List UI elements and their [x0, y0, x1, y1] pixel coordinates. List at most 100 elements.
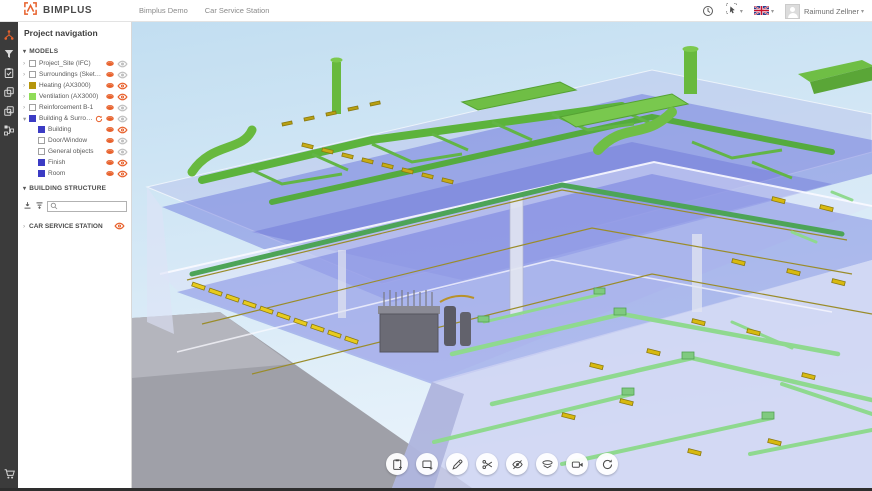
visibility-eye-icon[interactable] [117, 148, 128, 156]
viewport-button-section-plane[interactable] [536, 453, 558, 475]
building-structure-toolbar [18, 195, 131, 218]
model-checkbox[interactable] [38, 148, 45, 155]
model-color-chip[interactable] [38, 126, 45, 133]
collapse-all-icon[interactable] [23, 197, 32, 215]
touch-toggle-icon[interactable] [105, 170, 115, 177]
tree-row-model[interactable]: ›Ventilation (AX3000) [18, 91, 131, 102]
menu-item-bimplus-demo[interactable]: Bimplus Demo [139, 6, 188, 15]
models-tree: ›Project_Site (IFC)›Surroundings (Sketch… [18, 58, 131, 179]
chevron-down-icon: ▾ [740, 8, 743, 15]
section-scissors-icon [481, 458, 494, 471]
car-service-station-label: CAR SERVICE STATION [29, 223, 112, 230]
tree-row-model[interactable]: General objects [18, 146, 131, 157]
tree-row-model[interactable]: Building [18, 124, 131, 135]
visibility-eye-icon[interactable] [117, 170, 128, 178]
panel-title: Project navigation [18, 22, 131, 45]
viewport-button-add-task[interactable] [386, 453, 408, 475]
tree-row-model[interactable]: Room [18, 168, 131, 179]
rail-item-tasks-clipboard[interactable] [0, 65, 18, 84]
tree-row-model[interactable]: ›Project_Site (IFC) [18, 58, 131, 69]
viewport-button-section-scissors[interactable] [476, 453, 498, 475]
language-selector[interactable]: ▾ [754, 2, 774, 20]
touch-toggle-icon[interactable] [105, 148, 115, 155]
model-color-chip[interactable] [29, 115, 36, 122]
pointer-mode-dropdown[interactable]: ▾ [725, 2, 743, 20]
visibility-eye-icon[interactable] [117, 82, 128, 90]
rail-item-project-navigation[interactable] [0, 27, 18, 46]
top-menu: Bimplus Demo Car Service Station [139, 6, 269, 15]
car-service-station-row[interactable]: › CAR SERVICE STATION [18, 218, 131, 234]
visibility-eye-icon[interactable] [117, 71, 128, 79]
models-section-label: MODELS [29, 48, 58, 55]
copy-layers-icon [3, 85, 15, 103]
rail-item-model-structure[interactable] [0, 122, 18, 141]
visibility-eye-icon[interactable] [117, 104, 128, 112]
structure-search-input[interactable] [59, 203, 124, 210]
models-section-header[interactable]: ▾ MODELS [18, 45, 131, 58]
model-color-chip[interactable] [29, 93, 36, 100]
touch-toggle-icon[interactable] [105, 71, 115, 78]
tree-row-model[interactable]: ›Reinforcement B-1 [18, 102, 131, 113]
top-bar: BIMPLUS Bimplus Demo Car Service Station… [0, 0, 872, 22]
touch-toggle-icon[interactable] [105, 137, 115, 144]
model-label: Project_Site (IFC) [39, 60, 103, 67]
model-checkbox[interactable] [29, 71, 36, 78]
avatar [785, 4, 800, 19]
visibility-eye-icon[interactable] [117, 137, 128, 145]
viewport-button-camera[interactable] [566, 453, 588, 475]
topbar-right: ▾ ▾ Raimund Zellner ▾ [702, 0, 864, 22]
model-checkbox[interactable] [29, 104, 36, 111]
visibility-eye-icon[interactable] [117, 115, 128, 123]
menu-item-car-service-station[interactable]: Car Service Station [205, 6, 270, 15]
touch-toggle-icon[interactable] [105, 126, 115, 133]
model-checkbox[interactable] [38, 137, 45, 144]
viewport-button-hidden-objects[interactable] [506, 453, 528, 475]
model-color-chip[interactable] [38, 170, 45, 177]
model-label: General objects [48, 148, 103, 155]
hidden-objects-icon [511, 458, 524, 471]
rail-item-copy-layers[interactable] [0, 84, 18, 103]
filter-levels-icon[interactable] [35, 197, 44, 215]
visibility-eye-icon[interactable] [117, 60, 128, 68]
sync-icon[interactable] [95, 115, 103, 123]
cart-icon [3, 467, 16, 485]
model-checkbox[interactable] [29, 60, 36, 67]
model-label: Surroundings (Sketchup) [39, 71, 103, 78]
viewport-button-measure-pencil[interactable] [446, 453, 468, 475]
touch-toggle-icon[interactable] [105, 104, 115, 111]
clock-icon[interactable] [702, 5, 714, 17]
building-structure-section-header[interactable]: ▾ BUILDING STRUCTURE [18, 182, 131, 195]
touch-toggle-icon[interactable] [105, 60, 115, 67]
tree-row-model[interactable]: Door/Window [18, 135, 131, 146]
touch-toggle-icon[interactable] [105, 159, 115, 166]
search-icon [50, 202, 58, 210]
model-color-chip[interactable] [38, 159, 45, 166]
touch-toggle-icon[interactable] [105, 82, 115, 89]
camera-icon [571, 458, 584, 471]
pointer-mode-icon [725, 2, 738, 20]
touch-toggle-icon[interactable] [105, 93, 115, 100]
viewport-button-add-view[interactable] [416, 453, 438, 475]
model-label: Finish [48, 159, 103, 166]
measure-pencil-icon [451, 458, 464, 471]
user-menu[interactable]: Raimund Zellner ▾ [785, 4, 864, 19]
structure-search-box [47, 201, 127, 212]
rail-item-duplicate-layers[interactable] [0, 103, 18, 122]
tree-row-model[interactable]: ▾Building & Surround... [18, 113, 131, 124]
viewport-button-reset-view[interactable] [596, 453, 618, 475]
model-color-chip[interactable] [29, 82, 36, 89]
tree-row-model[interactable]: ›Surroundings (Sketchup) [18, 69, 131, 80]
chevron-down-icon: ▾ [771, 8, 774, 15]
tree-row-model[interactable]: Finish [18, 157, 131, 168]
visibility-eye-icon[interactable] [117, 159, 128, 167]
visibility-eye-icon[interactable] [117, 126, 128, 134]
add-task-icon [391, 458, 404, 471]
rail-item-filter[interactable] [0, 46, 18, 65]
tree-row-model[interactable]: ›Heating (AX3000) [18, 80, 131, 91]
bimplus-logo[interactable]: BIMPLUS [23, 1, 92, 21]
visibility-eye-icon[interactable] [117, 93, 128, 101]
visibility-eye-icon[interactable] [114, 222, 125, 230]
viewport-3d-model[interactable] [132, 22, 872, 488]
cart-icon[interactable] [0, 467, 18, 485]
touch-toggle-icon[interactable] [105, 115, 115, 122]
